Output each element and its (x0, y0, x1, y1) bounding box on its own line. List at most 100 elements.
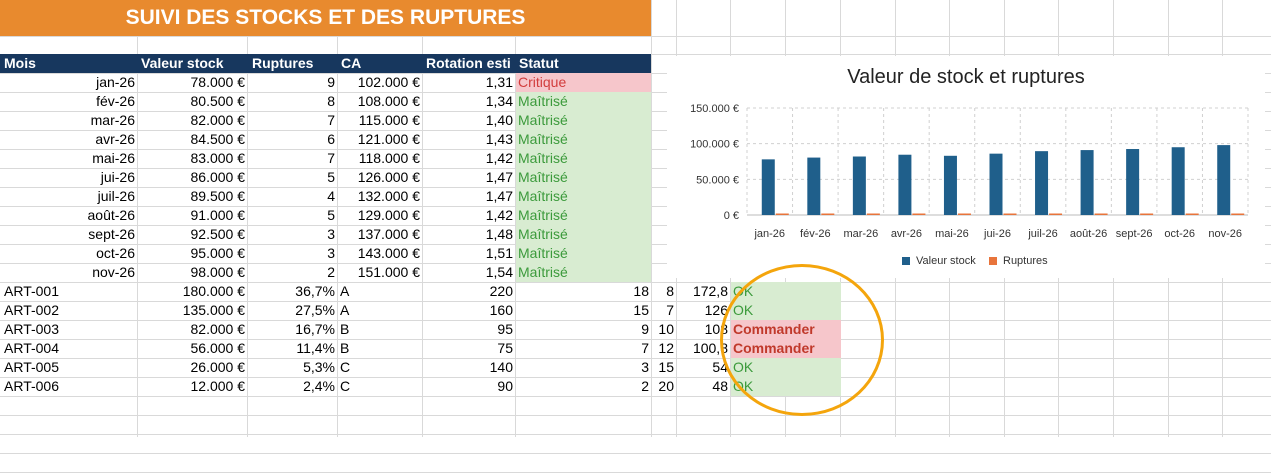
cell-c1[interactable]: 3 (516, 358, 649, 377)
cell-rotation[interactable]: 1,42 (423, 206, 513, 225)
cell-mois[interactable]: oct-26 (4, 244, 135, 263)
cell-ca[interactable]: 129.000 € (338, 206, 420, 225)
cell-ca[interactable]: 108.000 € (338, 92, 420, 111)
cell-c2[interactable]: 20 (652, 377, 674, 396)
cell-ruptures[interactable]: 9 (248, 73, 335, 92)
cell-valeur-stock[interactable]: 84.500 € (138, 130, 246, 149)
cell-valeur-stock[interactable]: 82.000 € (138, 111, 246, 130)
cell-valeur-stock[interactable]: 80.500 € (138, 92, 246, 111)
cell-classe[interactable]: C (340, 377, 420, 396)
cell-ruptures[interactable]: 2 (248, 263, 335, 282)
cell-ruptures[interactable]: 7 (248, 111, 335, 130)
cell-classe[interactable]: B (340, 339, 420, 358)
cell-valeur-stock[interactable]: 92.500 € (138, 225, 246, 244)
cell-pct[interactable]: 27,5% (248, 301, 335, 320)
cell-pct[interactable]: 2,4% (248, 377, 335, 396)
cell-valeur-stock[interactable]: 83.000 € (138, 149, 246, 168)
cell-mois[interactable]: mar-26 (4, 111, 135, 130)
cell-statut[interactable]: Maîtrisé (516, 130, 651, 149)
cell-pct[interactable]: 5,3% (248, 358, 335, 377)
cell-valeur-stock[interactable]: 91.000 € (138, 206, 246, 225)
cell-statut[interactable]: Maîtrisé (516, 168, 651, 187)
cell-statut[interactable]: Maîtrisé (516, 206, 651, 225)
cell-c2[interactable]: 10 (652, 320, 674, 339)
cell-ruptures[interactable]: 7 (248, 149, 335, 168)
cell-ruptures[interactable]: 3 (248, 244, 335, 263)
cell-valeur[interactable]: 180.000 € (138, 282, 245, 301)
cell-statut[interactable]: Maîtrisé (516, 263, 651, 282)
cell-rotation[interactable]: 1,51 (423, 244, 513, 263)
cell-statut[interactable]: Maîtrisé (516, 111, 651, 130)
cell-mois[interactable]: jan-26 (4, 73, 135, 92)
cell-ca[interactable]: 126.000 € (338, 168, 420, 187)
cell-mois[interactable]: août-26 (4, 206, 135, 225)
cell-ref[interactable]: ART-006 (4, 377, 135, 396)
stock-chart[interactable]: Valeur de stock et ruptures 0 €50.000 €1… (667, 56, 1265, 278)
cell-c1[interactable]: 9 (516, 320, 649, 339)
cell-statut[interactable]: Maîtrisé (516, 92, 651, 111)
cell-valeur[interactable]: 26.000 € (138, 358, 246, 377)
cell-statut[interactable]: Maîtrisé (516, 244, 651, 263)
cell-valeur[interactable]: 135.000 € (138, 301, 245, 320)
cell-qty[interactable]: 160 (423, 301, 513, 320)
cell-mois[interactable]: nov-26 (4, 263, 135, 282)
cell-ca[interactable]: 132.000 € (338, 187, 420, 206)
cell-qty[interactable]: 90 (423, 377, 513, 396)
cell-ruptures[interactable]: 3 (248, 225, 335, 244)
cell-valeur[interactable]: 56.000 € (138, 339, 246, 358)
cell-ref[interactable]: ART-005 (4, 358, 135, 377)
cell-ruptures[interactable]: 5 (248, 206, 335, 225)
cell-valeur-stock[interactable]: 95.000 € (138, 244, 246, 263)
cell-qty[interactable]: 75 (423, 339, 513, 358)
cell-ruptures[interactable]: 5 (248, 168, 335, 187)
cell-statut[interactable]: Maîtrisé (516, 225, 651, 244)
cell-ca[interactable]: 118.000 € (338, 149, 420, 168)
cell-ca[interactable]: 137.000 € (338, 225, 420, 244)
cell-ref[interactable]: ART-003 (4, 320, 135, 339)
cell-ruptures[interactable]: 6 (248, 130, 335, 149)
cell-ca[interactable]: 102.000 € (338, 73, 420, 92)
cell-classe[interactable]: A (340, 282, 420, 301)
cell-statut[interactable]: Maîtrisé (516, 149, 651, 168)
cell-ref[interactable]: ART-002 (4, 301, 135, 320)
cell-ref[interactable]: ART-001 (4, 282, 135, 301)
cell-ca[interactable]: 121.000 € (338, 130, 420, 149)
cell-ruptures[interactable]: 8 (248, 92, 335, 111)
cell-rotation[interactable]: 1,43 (423, 130, 513, 149)
cell-rotation[interactable]: 1,40 (423, 111, 513, 130)
cell-valeur[interactable]: 82.000 € (138, 320, 246, 339)
cell-mois[interactable]: sept-26 (4, 225, 135, 244)
cell-ref[interactable]: ART-004 (4, 339, 135, 358)
cell-valeur-stock[interactable]: 89.500 € (138, 187, 246, 206)
cell-rotation[interactable]: 1,31 (423, 73, 513, 92)
cell-valeur[interactable]: 12.000 € (138, 377, 246, 396)
cell-mois[interactable]: fév-26 (4, 92, 135, 111)
cell-pct[interactable]: 36,7% (248, 282, 335, 301)
cell-qty[interactable]: 95 (423, 320, 513, 339)
cell-ca[interactable]: 143.000 € (338, 244, 420, 263)
cell-c2[interactable]: 8 (652, 282, 674, 301)
cell-ruptures[interactable]: 4 (248, 187, 335, 206)
cell-c1[interactable]: 2 (516, 377, 649, 396)
cell-ca[interactable]: 115.000 € (338, 111, 420, 130)
cell-qty[interactable]: 220 (423, 282, 513, 301)
cell-rotation[interactable]: 1,48 (423, 225, 513, 244)
cell-classe[interactable]: A (340, 301, 420, 320)
cell-c3[interactable]: 48 (677, 377, 728, 396)
cell-ca[interactable]: 151.000 € (338, 263, 420, 282)
cell-c2[interactable]: 15 (652, 358, 674, 377)
cell-c3[interactable]: 126 (677, 301, 728, 320)
cell-c1[interactable]: 15 (516, 301, 649, 320)
cell-valeur-stock[interactable]: 78.000 € (138, 73, 246, 92)
cell-c2[interactable]: 12 (652, 339, 674, 358)
cell-valeur-stock[interactable]: 86.000 € (138, 168, 246, 187)
cell-rotation[interactable]: 1,47 (423, 168, 513, 187)
cell-c3[interactable]: 172,8 (677, 282, 728, 301)
cell-rotation[interactable]: 1,54 (423, 263, 513, 282)
cell-rotation[interactable]: 1,42 (423, 149, 513, 168)
cell-pct[interactable]: 11,4% (248, 339, 335, 358)
cell-classe[interactable]: B (340, 320, 420, 339)
cell-mois[interactable]: jui-26 (4, 168, 135, 187)
cell-mois[interactable]: avr-26 (4, 130, 135, 149)
cell-statut[interactable]: Maîtrisé (516, 187, 651, 206)
